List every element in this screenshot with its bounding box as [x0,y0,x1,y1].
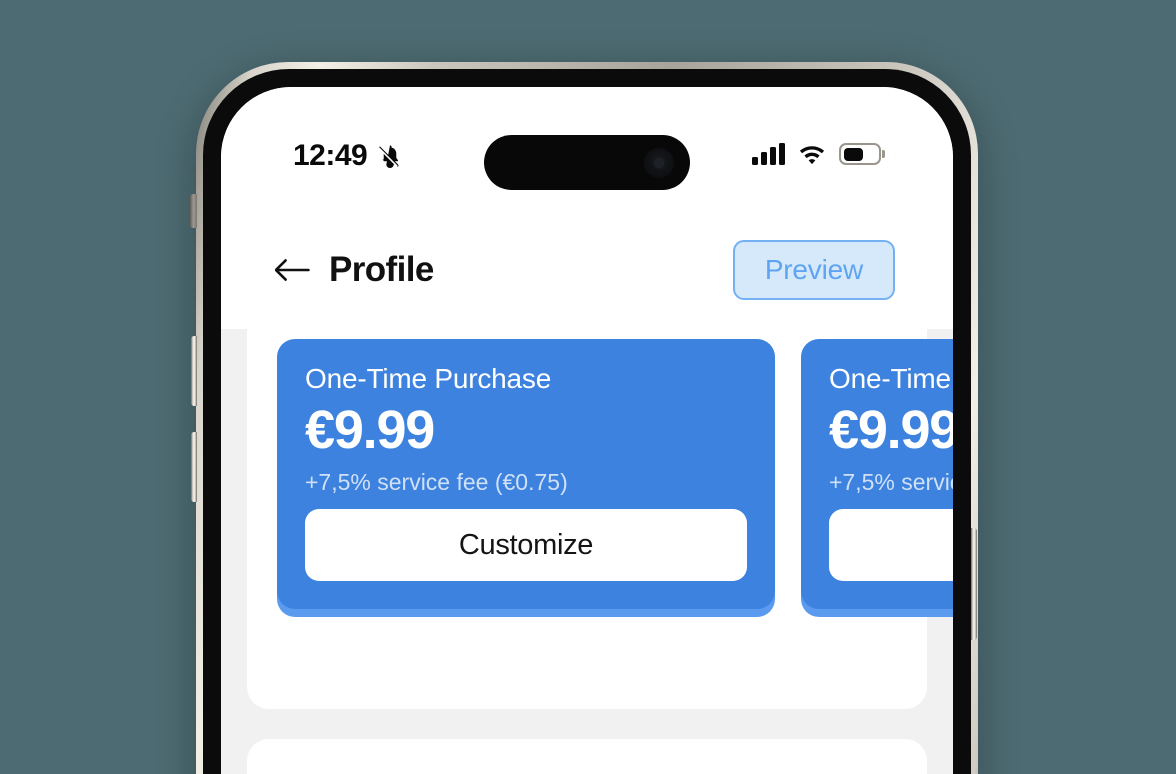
customize-button[interactable]: Customize [305,509,747,581]
cellular-signal-icon [752,143,785,165]
price-tile-fee: +7,5% service fee (€0.75) [829,469,953,495]
one-time-purchase-section: One-Time Purchase €9.99 +7,5% service fe… [247,329,953,709]
nav-bar: Profile Preview [221,211,953,329]
phone-screen: 12:49 Profile Preview One-Time Purchase … [221,87,953,774]
dynamic-island [484,135,690,190]
wifi-icon [799,146,825,165]
price-tile-title: One-Time Purchase [829,363,953,394]
price-tile-title: One-Time Purchase [305,363,552,394]
price-tile[interactable]: One-Time Purchase €9.99 +7,5% service fe… [801,339,953,609]
bell-muted-icon [377,145,400,169]
battery-fill [843,147,864,161]
battery-icon [839,143,881,165]
phone-bezel: 12:49 Profile Preview One-Time Purchase … [203,69,971,774]
price-tile-amount: €9.99 [829,400,953,460]
profile-content: One-Time Purchase €9.99 +7,5% service fe… [221,329,953,774]
back-arrow-icon[interactable] [273,257,311,283]
status-bar: 12:49 [221,87,953,211]
power-button[interactable] [971,528,977,640]
customize-button[interactable]: Customize [829,509,953,581]
monthly-yearly-section: Monthly / Yearly Payment [247,739,927,774]
phone-frame: 12:49 Profile Preview One-Time Purchase … [196,62,978,774]
price-tile[interactable]: One-Time Purchase €9.99 +7,5% service fe… [277,339,775,609]
price-tile-amount: €9.99 [305,400,435,460]
nav-left-group: Profile [273,250,434,290]
price-tile-fee: +7,5% service fee (€0.75) [305,469,568,495]
volume-up-button[interactable] [191,336,197,406]
front-camera-icon [644,147,674,178]
status-time: 12:49 [293,139,368,172]
action-button[interactable] [190,194,197,228]
volume-down-button[interactable] [191,432,197,502]
one-time-tile-row[interactable]: One-Time Purchase €9.99 +7,5% service fe… [277,339,953,609]
page-title: Profile [329,250,434,289]
status-right-group [752,143,881,165]
status-left-group: 12:49 [293,139,403,173]
preview-button[interactable]: Preview [732,240,895,300]
